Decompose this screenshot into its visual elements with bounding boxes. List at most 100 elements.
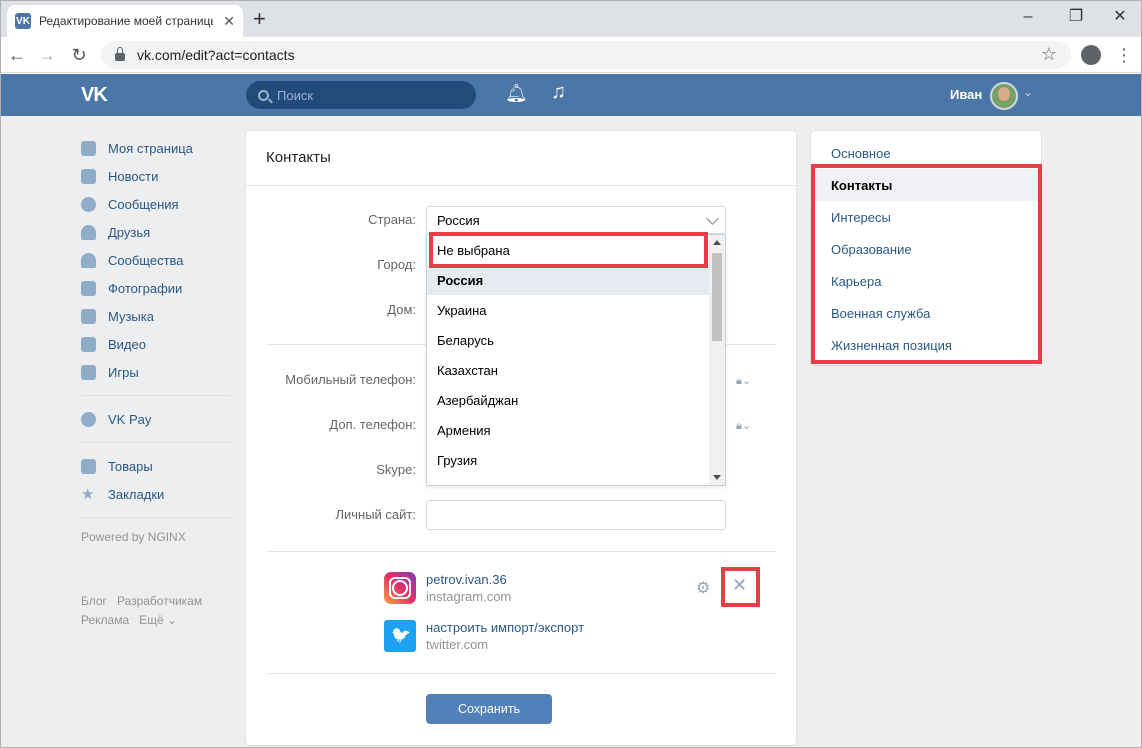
dropdown-option[interactable]: Армения bbox=[427, 415, 709, 445]
restore-icon[interactable]: ❐ bbox=[1053, 5, 1099, 29]
profile-icon[interactable] bbox=[1081, 45, 1101, 65]
tab-education[interactable]: Образование bbox=[811, 233, 1041, 265]
sidebar-item-friends[interactable]: Друзья bbox=[81, 218, 231, 246]
tab-life-position[interactable]: Жизненная позиция bbox=[811, 329, 1041, 361]
sidebar-divider bbox=[81, 442, 231, 443]
country-select-value: Россия bbox=[437, 213, 480, 228]
sidebar-item-label: Моя страница bbox=[108, 140, 193, 156]
url-text: vk.com/edit?act=contacts bbox=[137, 47, 295, 63]
sidebar-item-music[interactable]: Музыка bbox=[81, 302, 231, 330]
sidebar-item-messages[interactable]: Сообщения bbox=[81, 190, 231, 218]
sidebar-item-games[interactable]: Игры bbox=[81, 358, 231, 386]
address-bar[interactable]: vk.com/edit?act=contacts ☆ bbox=[101, 41, 1071, 69]
vk-logo[interactable]: VK bbox=[81, 84, 108, 107]
dropdown-option[interactable]: Не выбрана bbox=[427, 235, 709, 265]
reload-icon[interactable]: ↻ bbox=[67, 43, 91, 67]
page-title: Контакты bbox=[266, 149, 331, 166]
user-name[interactable]: Иван bbox=[950, 87, 982, 102]
close-icon[interactable]: ✕ bbox=[732, 575, 747, 596]
title-divider bbox=[246, 185, 796, 186]
tab-military[interactable]: Военная служба bbox=[811, 297, 1041, 329]
search-input[interactable]: Поиск bbox=[246, 81, 476, 109]
section-divider bbox=[266, 673, 776, 674]
footer-links: Блог Разработчикам Реклама Ещё ⌄ bbox=[81, 592, 231, 630]
country-dropdown-list[interactable]: Не выбрана Россия Украина Беларусь Казах… bbox=[426, 234, 726, 486]
footer-link-blog[interactable]: Блог bbox=[81, 594, 107, 608]
gear-icon[interactable]: ⚙ bbox=[696, 578, 710, 598]
tab-interests[interactable]: Интересы bbox=[811, 201, 1041, 233]
close-window-icon[interactable]: ✕ bbox=[1097, 5, 1141, 29]
dropdown-option[interactable]: Казахстан bbox=[427, 355, 709, 385]
scroll-up-arrow-icon[interactable] bbox=[713, 240, 721, 245]
tab-basic[interactable]: Основное bbox=[811, 137, 1041, 169]
privacy-lock-icon[interactable]: 🔒︎⌄ bbox=[736, 374, 751, 388]
video-icon bbox=[81, 336, 96, 352]
sidebar-item-news[interactable]: Новости bbox=[81, 162, 231, 190]
tab-close-icon[interactable]: ✕ bbox=[223, 13, 235, 30]
section-divider bbox=[266, 551, 776, 552]
browser-menu-icon[interactable]: ⋮ bbox=[1115, 43, 1133, 67]
sidebar-item-label: Видео bbox=[108, 336, 146, 352]
privacy-lock-icon[interactable]: 🔒︎⌄ bbox=[736, 419, 751, 433]
search-placeholder: Поиск bbox=[277, 87, 314, 103]
dropdown-option[interactable]: Беларусь bbox=[427, 325, 709, 355]
sidebar-item-label: Сообщества bbox=[108, 252, 184, 268]
left-sidebar: Моя страница Новости Сообщения Друзья Со… bbox=[81, 134, 231, 630]
sidebar-item-vkpay[interactable]: VK Pay bbox=[81, 405, 231, 433]
sidebar-item-my-page[interactable]: Моя страница bbox=[81, 134, 231, 162]
back-icon[interactable]: ← bbox=[5, 43, 29, 67]
country-label: Страна: bbox=[368, 212, 416, 227]
dropdown-option-selected[interactable]: Россия bbox=[427, 265, 709, 295]
notifications-bell-icon[interactable]: 🔔︎ bbox=[505, 83, 528, 104]
settings-sections-menu: Основное Контакты Интересы Образование К… bbox=[811, 131, 1041, 365]
sidebar-item-label: Игры bbox=[108, 364, 139, 380]
sidebar-item-label: Закладки bbox=[108, 486, 165, 502]
search-icon bbox=[258, 89, 269, 101]
instagram-domain: instagram.com bbox=[426, 589, 512, 604]
bookmark-star-icon[interactable]: ☆ bbox=[1041, 44, 1057, 65]
twitter-setup-link[interactable]: настроить импорт/экспорт bbox=[426, 620, 584, 636]
scrollbar-thumb[interactable] bbox=[712, 253, 722, 341]
chevron-down-icon[interactable]: ⌄ bbox=[1023, 85, 1033, 99]
country-select[interactable]: Россия bbox=[426, 206, 726, 234]
twitter-icon bbox=[384, 620, 416, 652]
scroll-down-arrow-icon[interactable] bbox=[713, 475, 721, 480]
shopping-bag-icon bbox=[81, 458, 96, 474]
footer-link-more[interactable]: Ещё ⌄ bbox=[139, 613, 177, 627]
footer-link-ads[interactable]: Реклама bbox=[81, 613, 129, 627]
browser-tab[interactable]: VK Редактирование моей страницы ✕ bbox=[7, 5, 243, 37]
music-player-icon[interactable]: ♫ bbox=[551, 81, 566, 104]
sidebar-item-bookmarks[interactable]: ★ Закладки bbox=[81, 480, 231, 508]
dropdown-option[interactable]: Украина bbox=[427, 295, 709, 325]
sidebar-item-label: Новости bbox=[108, 168, 159, 184]
instagram-icon bbox=[384, 572, 416, 604]
messages-icon bbox=[81, 196, 96, 212]
dropdown-scrollbar[interactable] bbox=[709, 235, 725, 485]
sidebar-item-goods[interactable]: Товары bbox=[81, 452, 231, 480]
sidebar-item-photos[interactable]: Фотографии bbox=[81, 274, 231, 302]
save-button[interactable]: Сохранить bbox=[426, 694, 552, 724]
vk-header: VK Поиск 🔔︎ ♫ Иван ⌄ bbox=[1, 74, 1141, 116]
instagram-account-link[interactable]: petrov.ivan.36 bbox=[426, 572, 511, 588]
sidebar-divider bbox=[81, 395, 231, 396]
website-field[interactable] bbox=[426, 500, 726, 530]
sidebar-item-video[interactable]: Видео bbox=[81, 330, 231, 358]
news-icon bbox=[81, 168, 96, 184]
dropdown-option[interactable]: Азербайджан bbox=[427, 385, 709, 415]
instagram-service: petrov.ivan.36 instagram.com bbox=[384, 572, 511, 605]
vkpay-icon bbox=[81, 411, 96, 427]
tab-career[interactable]: Карьера bbox=[811, 265, 1041, 297]
tab-contacts[interactable]: Контакты bbox=[811, 169, 1041, 201]
dropdown-option[interactable]: Грузия bbox=[427, 445, 709, 475]
powered-by: Powered by NGINX bbox=[81, 530, 186, 544]
sidebar-divider bbox=[81, 517, 231, 518]
browser-toolbar: ← → ↻ vk.com/edit?act=contacts ☆ ⋮ bbox=[1, 37, 1141, 73]
skype-label: Skype: bbox=[376, 462, 416, 477]
minimize-icon[interactable]: – bbox=[1005, 5, 1051, 29]
footer-link-dev[interactable]: Разработчикам bbox=[117, 594, 202, 608]
forward-icon[interactable]: → bbox=[35, 43, 59, 67]
avatar[interactable] bbox=[990, 82, 1018, 110]
sidebar-item-communities[interactable]: Сообщества bbox=[81, 246, 231, 274]
home-label: Дом: bbox=[387, 302, 416, 317]
new-tab-icon[interactable]: + bbox=[253, 7, 266, 31]
